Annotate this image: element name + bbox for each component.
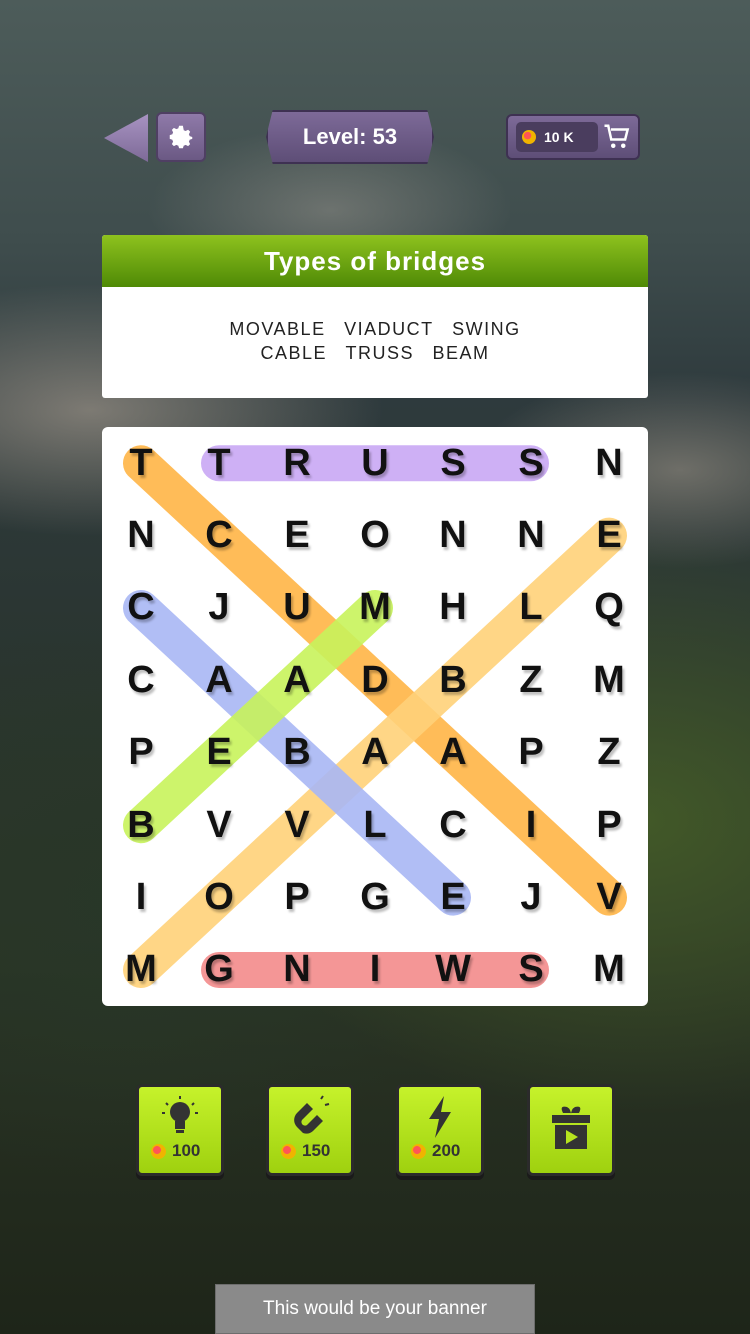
coin-icon	[151, 1143, 166, 1159]
grid-cell[interactable]: Z	[492, 644, 570, 716]
grid-cell[interactable]: L	[336, 789, 414, 861]
grid-cell[interactable]: N	[258, 934, 336, 1006]
level-label: Level: 53	[302, 124, 398, 149]
grid-cell[interactable]: M	[570, 934, 648, 1006]
grid-cell[interactable]: V	[258, 789, 336, 861]
word-item: TRUSS	[345, 343, 415, 363]
hint-booster-button[interactable]: 100	[136, 1084, 224, 1176]
word-item: VIADUCT	[344, 319, 434, 339]
word-list: MOVABLE VIADUCT SWING CABLE TRUSS BEAM	[102, 317, 648, 365]
grid-cell[interactable]: Q	[570, 572, 648, 644]
coin-icon	[281, 1143, 296, 1159]
hint-price-value: 100	[172, 1141, 201, 1160]
grid-cell[interactable]: C	[102, 572, 180, 644]
grid-cell[interactable]: M	[570, 644, 648, 716]
grid-cell[interactable]: A	[414, 717, 492, 789]
grid-cell[interactable]: N	[570, 427, 648, 499]
grid-cell[interactable]: G	[336, 861, 414, 933]
banner-text: This would be your banner	[263, 1298, 487, 1319]
grid-cell[interactable]: G	[180, 934, 258, 1006]
letter-grid[interactable]: TTRUSSNNCEONNECJUMHLQCAADBZMPEBAAPZBVVLC…	[102, 427, 648, 1006]
grid-cell[interactable]: B	[102, 789, 180, 861]
grid-cell[interactable]: I	[492, 789, 570, 861]
word-item: SWING	[452, 319, 521, 339]
ad-banner[interactable]: This would be your banner	[215, 1284, 535, 1334]
grid-cell[interactable]: E	[414, 861, 492, 933]
grid-cell[interactable]: E	[180, 717, 258, 789]
back-button[interactable]	[104, 114, 148, 162]
category-title: Types of bridges	[102, 235, 648, 287]
word-item: MOVABLE	[229, 319, 326, 339]
grid-cell[interactable]: U	[336, 427, 414, 499]
grid-cell[interactable]: E	[258, 499, 336, 571]
coin-count: 10 K	[544, 129, 574, 145]
word-item: CABLE	[260, 343, 327, 363]
grid-cell[interactable]: R	[258, 427, 336, 499]
free-gift-video-button[interactable]	[527, 1084, 615, 1176]
magnet-booster-button[interactable]: 150	[266, 1084, 354, 1176]
grid-cell[interactable]: N	[492, 499, 570, 571]
coin-icon	[522, 130, 536, 144]
lightning-price-value: 200	[432, 1141, 461, 1160]
coin-shop-panel[interactable]: 10 K	[506, 114, 640, 160]
grid-cell[interactable]: A	[336, 717, 414, 789]
cart-icon[interactable]	[602, 122, 632, 152]
grid-cell[interactable]: S	[492, 934, 570, 1006]
grid-cell[interactable]: L	[492, 572, 570, 644]
grid-cell[interactable]: D	[336, 644, 414, 716]
grid-cell[interactable]: P	[258, 861, 336, 933]
grid-cell[interactable]: B	[414, 644, 492, 716]
grid-cell[interactable]: P	[570, 789, 648, 861]
grid-cell[interactable]: A	[180, 644, 258, 716]
grid-cell[interactable]: U	[258, 572, 336, 644]
grid-cell[interactable]: M	[102, 934, 180, 1006]
hint-price: 100	[151, 1141, 200, 1161]
gear-icon	[169, 125, 193, 149]
grid-cell[interactable]: T	[180, 427, 258, 499]
grid-cell[interactable]: S	[414, 427, 492, 499]
grid-cell[interactable]: E	[570, 499, 648, 571]
grid-cell[interactable]: J	[180, 572, 258, 644]
lightning-price: 200	[411, 1141, 460, 1161]
lightning-booster-button[interactable]: 200	[396, 1084, 484, 1176]
category-card: Types of bridges MOVABLE VIADUCT SWING C…	[102, 235, 648, 398]
grid-cell[interactable]: N	[414, 499, 492, 571]
grid-cell[interactable]: I	[336, 934, 414, 1006]
grid-cell[interactable]: I	[102, 861, 180, 933]
grid-cell[interactable]: B	[258, 717, 336, 789]
grid-cell[interactable]: C	[180, 499, 258, 571]
grid-cell[interactable]: Z	[570, 717, 648, 789]
magnet-icon	[294, 1095, 330, 1134]
magnet-price: 150	[281, 1141, 330, 1161]
settings-button[interactable]	[156, 112, 206, 162]
lightning-icon	[429, 1096, 451, 1138]
gift-video-icon	[552, 1106, 590, 1149]
grid-cell[interactable]: P	[492, 717, 570, 789]
grid-cell[interactable]: P	[102, 717, 180, 789]
word-item: BEAM	[432, 343, 490, 363]
grid-cell[interactable]: O	[336, 499, 414, 571]
grid-cell[interactable]: S	[492, 427, 570, 499]
lightbulb-icon	[162, 1096, 198, 1133]
grid-cell[interactable]: V	[570, 861, 648, 933]
grid-cell[interactable]: V	[180, 789, 258, 861]
grid-cell[interactable]: C	[102, 644, 180, 716]
grid-cell[interactable]: A	[258, 644, 336, 716]
grid-cell[interactable]: N	[102, 499, 180, 571]
level-indicator: Level: 53	[266, 110, 434, 164]
magnet-price-value: 150	[302, 1141, 331, 1160]
coin-icon	[411, 1143, 426, 1159]
grid-cell[interactable]: H	[414, 572, 492, 644]
grid-cell[interactable]: C	[414, 789, 492, 861]
grid-cell[interactable]: T	[102, 427, 180, 499]
grid-cell[interactable]: O	[180, 861, 258, 933]
coin-balance: 10 K	[516, 122, 598, 152]
grid-cell[interactable]: J	[492, 861, 570, 933]
grid-cell[interactable]: M	[336, 572, 414, 644]
grid-cell[interactable]: W	[414, 934, 492, 1006]
